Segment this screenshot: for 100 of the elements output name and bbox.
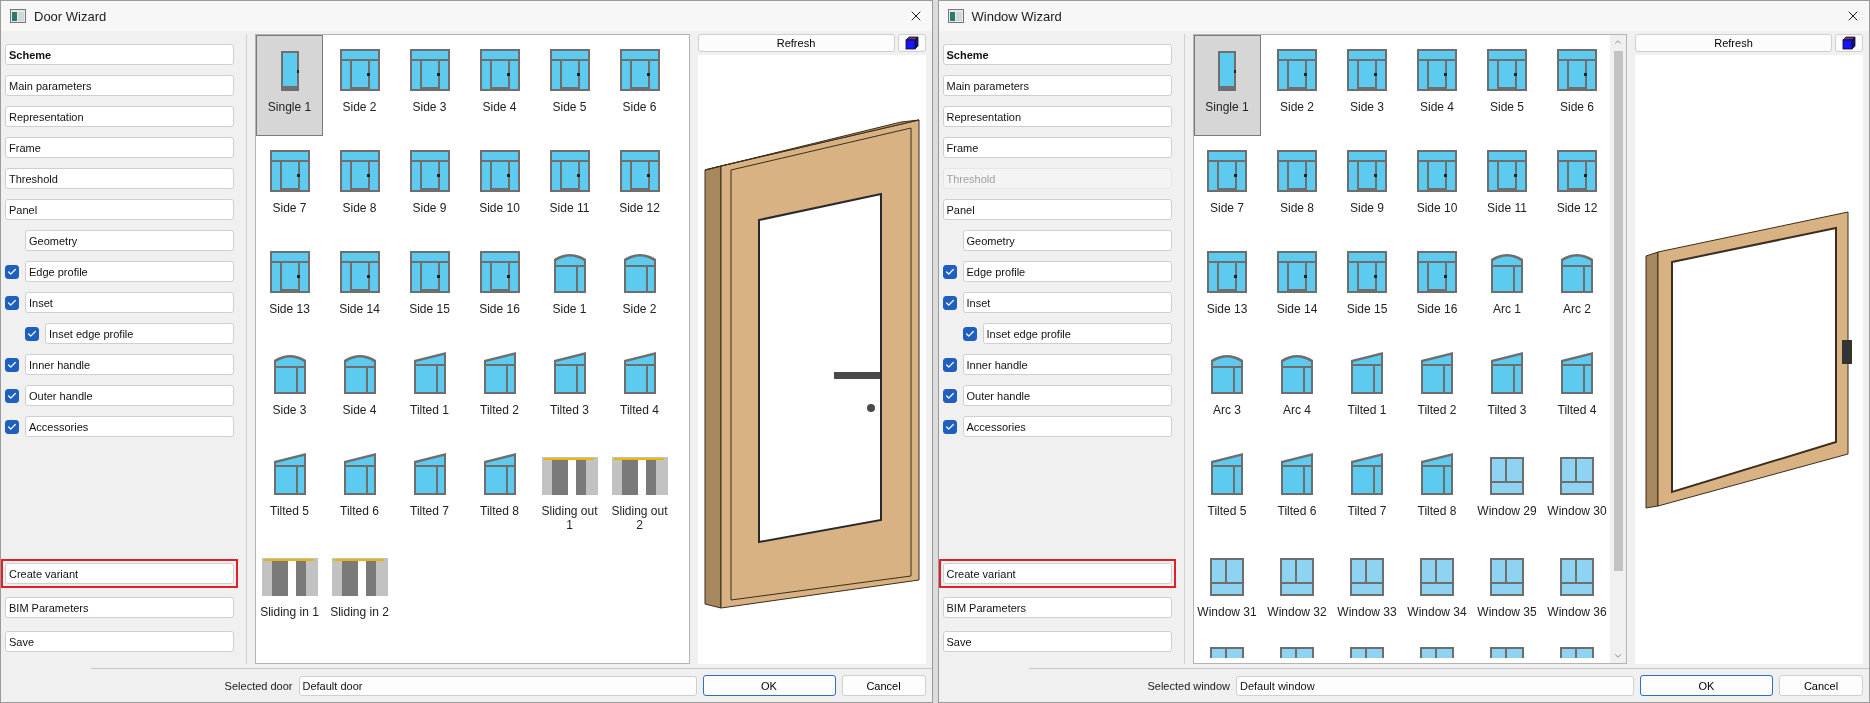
gallery-item[interactable]: Side 10 xyxy=(1403,136,1471,237)
gallery-item[interactable]: Tilted 4 xyxy=(606,338,673,439)
checkbox[interactable] xyxy=(942,388,957,403)
gallery-item[interactable]: Side 9 xyxy=(396,136,463,237)
gallery-item[interactable]: Side 16 xyxy=(466,237,533,338)
section-button[interactable]: Frame xyxy=(942,137,1172,158)
gallery-item[interactable]: Side 12 xyxy=(1543,136,1610,237)
section-button[interactable]: Representation xyxy=(5,106,234,127)
section-button[interactable]: Panel xyxy=(942,199,1172,220)
section-button[interactable]: Accessories xyxy=(962,416,1172,437)
view-button[interactable] xyxy=(1835,34,1863,52)
section-button[interactable]: Outer handle xyxy=(25,385,234,406)
input-field[interactable]: Default door xyxy=(298,675,697,696)
gallery-item[interactable]: Tilted 8 xyxy=(1403,439,1471,540)
gallery-item[interactable]: Sliding in 2 xyxy=(326,540,393,641)
gallery-item[interactable]: Side 7 xyxy=(1193,136,1261,237)
checkbox[interactable] xyxy=(5,419,19,434)
checkbox[interactable] xyxy=(942,264,957,279)
action-button[interactable]: Create variant xyxy=(942,563,1172,584)
gallery-item[interactable]: Side 2 xyxy=(606,237,673,338)
gallery-item[interactable]: Side 7 xyxy=(256,136,323,237)
gallery-item[interactable]: Tilted 2 xyxy=(466,338,533,439)
action-button[interactable]: Create variant xyxy=(5,563,234,584)
gallery-item[interactable]: Side 10 xyxy=(466,136,533,237)
gallery-item[interactable]: Tilted 2 xyxy=(1403,338,1471,439)
gallery-item[interactable]: Side 6 xyxy=(606,35,673,136)
dialog-button[interactable]: OK xyxy=(1640,675,1773,696)
section-button[interactable]: Accessories xyxy=(25,416,234,437)
gallery-item[interactable]: Arc 4 xyxy=(1263,338,1331,439)
action-button[interactable]: Save xyxy=(5,631,234,652)
gallery-item[interactable]: Arc 2 xyxy=(1543,237,1610,338)
checkbox[interactable] xyxy=(5,264,19,279)
checkbox[interactable] xyxy=(942,419,957,434)
gallery-item[interactable]: Arc 1 xyxy=(1473,237,1541,338)
gallery-item[interactable]: Side 12 xyxy=(606,136,673,237)
gallery-item[interactable]: Tilted 3 xyxy=(1473,338,1541,439)
action-button[interactable]: Save xyxy=(942,631,1172,652)
gallery-item[interactable]: Side 9 xyxy=(1333,136,1401,237)
gallery-item[interactable]: Side 16 xyxy=(1403,237,1471,338)
gallery-item[interactable]: Side 5 xyxy=(536,35,603,136)
gallery-item[interactable]: Tilted 4 xyxy=(1543,338,1610,439)
gallery-item[interactable]: Side 4 xyxy=(326,338,393,439)
gallery-item[interactable]: Side 4 xyxy=(1403,35,1471,136)
gallery-item[interactable]: Window 33 xyxy=(1333,540,1401,641)
dialog-button[interactable]: Cancel xyxy=(841,675,926,696)
section-button[interactable]: Main parameters xyxy=(5,75,234,96)
dialog-button[interactable]: OK xyxy=(702,675,836,696)
section-button[interactable]: Threshold xyxy=(5,168,234,189)
gallery-item[interactable]: Window 35 xyxy=(1473,540,1541,641)
section-button[interactable]: Main parameters xyxy=(942,75,1172,96)
gallery-item[interactable]: Window 30 xyxy=(1543,439,1610,540)
checkbox[interactable] xyxy=(5,357,19,372)
gallery-item[interactable]: Side 8 xyxy=(1263,136,1331,237)
view-button[interactable] xyxy=(897,34,926,52)
gallery-item[interactable]: Tilted 1 xyxy=(1333,338,1401,439)
action-button[interactable]: BIM Parameters xyxy=(942,597,1172,618)
section-button[interactable]: Inset xyxy=(25,292,234,313)
gallery-item[interactable]: Tilted 3 xyxy=(536,338,603,439)
gallery-item[interactable]: Window 32 xyxy=(1263,540,1331,641)
gallery-item[interactable]: Side 14 xyxy=(1263,237,1331,338)
gallery-item[interactable]: Side 6 xyxy=(1543,35,1610,136)
gallery-item[interactable]: Tilted 6 xyxy=(1263,439,1331,540)
checkbox[interactable] xyxy=(942,295,957,310)
checkbox[interactable] xyxy=(5,388,19,403)
checkbox[interactable] xyxy=(942,357,957,372)
section-button[interactable]: Scheme xyxy=(942,44,1172,65)
gallery-item[interactable]: Window 29 xyxy=(1473,439,1541,540)
gallery-item[interactable]: Side 1 xyxy=(536,237,603,338)
gallery-item[interactable]: Tilted 6 xyxy=(326,439,393,540)
gallery-item[interactable]: Side 11 xyxy=(1473,136,1541,237)
gallery-item[interactable]: Sliding out 1 xyxy=(536,439,603,540)
gallery-item[interactable]: Side 3 xyxy=(1333,35,1401,136)
gallery-item[interactable]: Window 31 xyxy=(1193,540,1261,641)
gallery-item[interactable]: Single 1 xyxy=(256,35,323,136)
gallery-item[interactable]: Single 1 xyxy=(1193,35,1261,136)
gallery-item[interactable]: Tilted 7 xyxy=(1333,439,1401,540)
gallery-item[interactable]: Side 13 xyxy=(1193,237,1261,338)
checkbox[interactable] xyxy=(25,326,39,341)
action-button[interactable]: BIM Parameters xyxy=(5,597,234,618)
gallery-item[interactable]: Side 14 xyxy=(326,237,393,338)
section-button[interactable]: Frame xyxy=(5,137,234,158)
gallery-item[interactable]: Side 11 xyxy=(536,136,603,237)
gallery-item[interactable]: Sliding out 2 xyxy=(606,439,673,540)
gallery-item[interactable]: Side 3 xyxy=(396,35,463,136)
gallery-item[interactable]: Tilted 5 xyxy=(256,439,323,540)
gallery-item[interactable]: Tilted 8 xyxy=(466,439,533,540)
section-button[interactable]: Outer handle xyxy=(962,385,1172,406)
section-button[interactable]: Inset edge profile xyxy=(45,323,234,344)
gallery-item[interactable]: Side 8 xyxy=(326,136,393,237)
gallery-item[interactable]: Side 4 xyxy=(466,35,533,136)
section-button[interactable]: Scheme xyxy=(5,44,234,65)
gallery-item[interactable]: Sliding in 1 xyxy=(256,540,323,641)
gallery-item[interactable]: Side 13 xyxy=(256,237,323,338)
checkbox[interactable] xyxy=(962,326,977,341)
gallery-item[interactable]: Window 36 xyxy=(1543,540,1610,641)
section-button[interactable]: Inner handle xyxy=(962,354,1172,375)
gallery-item[interactable]: Tilted 7 xyxy=(396,439,463,540)
section-button[interactable]: Edge profile xyxy=(25,261,234,282)
gallery-item[interactable]: Side 3 xyxy=(256,338,323,439)
section-button[interactable]: Inset edge profile xyxy=(982,323,1172,344)
